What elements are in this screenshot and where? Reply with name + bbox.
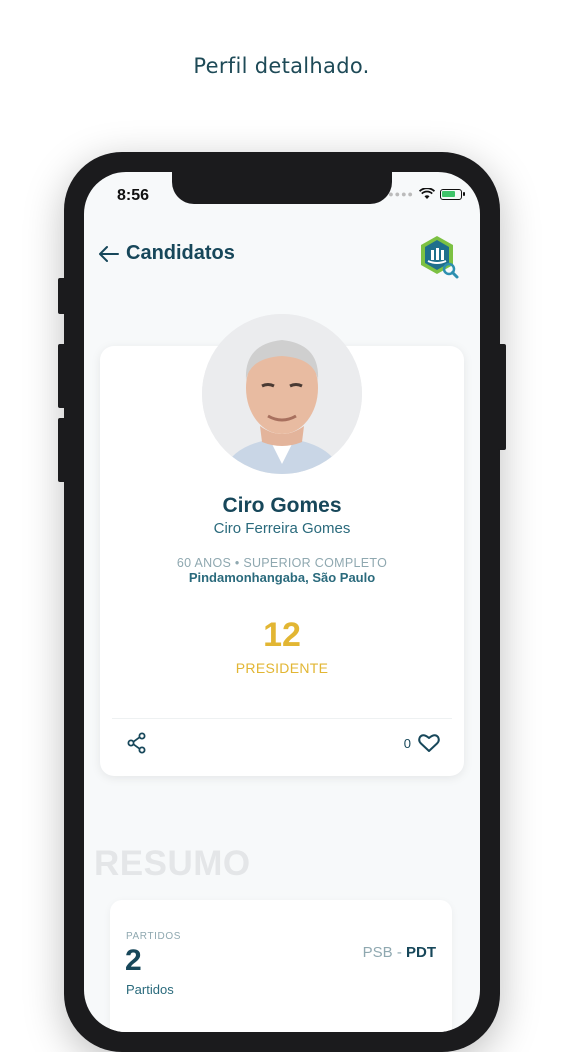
candidate-photo — [202, 314, 362, 474]
phone-mute-switch — [58, 278, 66, 314]
phone-notch — [172, 172, 392, 204]
parties-label: PARTIDOS — [126, 931, 181, 942]
parties-count: 2 — [125, 944, 142, 977]
candidate-details: 60 ANOS • SUPERIOR COMPLETO — [176, 556, 388, 570]
like-count: 0 — [403, 735, 411, 751]
phone-volume-down — [58, 418, 66, 482]
share-icon[interactable] — [126, 732, 148, 754]
phone-volume-up — [58, 344, 66, 408]
wifi-icon — [419, 188, 435, 199]
signal-icon: ●●●● — [388, 189, 414, 199]
nav-title: Candidatos — [126, 242, 235, 264]
party-names: PSB - PDT — [363, 944, 436, 961]
candidate-full-name: Ciro Ferreira Gomes — [213, 520, 351, 537]
candidate-name: Ciro Gomes — [222, 494, 342, 517]
phone-screen: 8:56 ●●●● Candidatos Ciro Gomes Ciro Fer… — [84, 172, 480, 1032]
phone-power-button — [498, 344, 506, 450]
nav-back[interactable]: Candidatos — [98, 242, 235, 265]
candidate-location: Pindamonhangaba, São Paulo — [188, 570, 376, 585]
party-b: PDT — [406, 944, 436, 961]
like-button[interactable]: 0 — [404, 733, 440, 753]
page-caption: Perfil detalhado. — [193, 54, 370, 78]
party-separator: - — [392, 944, 406, 961]
party-a: PSB — [362, 944, 393, 961]
status-time: 8:56 — [117, 187, 150, 204]
parties-card[interactable]: PARTIDOS 2 Partidos PSB - PDT — [110, 900, 452, 1032]
card-divider — [112, 718, 452, 719]
heart-icon[interactable] — [418, 733, 440, 753]
battery-icon — [440, 188, 465, 200]
back-arrow-icon[interactable] — [98, 245, 120, 263]
summary-heading: RESUMO — [94, 844, 251, 883]
candidate-office: PRESIDENTE — [235, 660, 329, 676]
candidate-number: 12 — [263, 616, 301, 654]
app-logo-icon[interactable] — [418, 234, 460, 280]
status-icons: ●●●● — [388, 188, 465, 200]
parties-sub: Partidos — [126, 982, 174, 997]
